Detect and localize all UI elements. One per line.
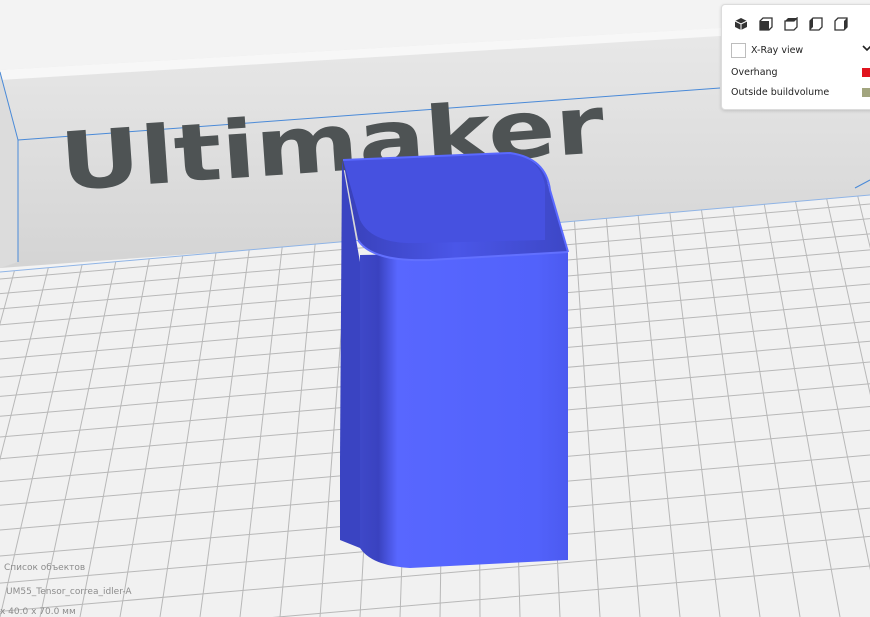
- front-view-icon[interactable]: [757, 15, 774, 32]
- object-list-item-name[interactable]: UM55_Tensor_correa_idler-A: [6, 587, 132, 597]
- overhang-label: Overhang: [731, 67, 778, 78]
- outside-buildvolume-label: Outside buildvolume: [731, 87, 830, 98]
- top-view-icon[interactable]: [782, 15, 799, 32]
- outside-buildvolume-color-swatch: [862, 88, 870, 97]
- chevron-down-icon[interactable]: [862, 43, 870, 53]
- overhang-legend-row: Overhang: [731, 67, 778, 78]
- xray-view-toggle[interactable]: X-Ray view: [731, 43, 803, 58]
- xray-view-checkbox[interactable]: [731, 43, 746, 58]
- object-list-title[interactable]: Список объектов: [4, 563, 85, 573]
- outside-buildvolume-legend-row: Outside buildvolume: [731, 87, 829, 98]
- left-view-icon[interactable]: [807, 15, 824, 32]
- object-dimensions: x 40.0 x 70.0 мм: [0, 607, 76, 617]
- view-options-panel: X-Ray view Overhang Outside buildvolume: [721, 4, 870, 110]
- model-object[interactable]: [340, 151, 569, 568]
- camera-view-buttons: [732, 15, 849, 35]
- xray-view-label: X-Ray view: [751, 45, 804, 56]
- right-view-icon[interactable]: [832, 15, 849, 32]
- 3d-view-icon[interactable]: [732, 15, 749, 32]
- overhang-color-swatch: [862, 68, 870, 77]
